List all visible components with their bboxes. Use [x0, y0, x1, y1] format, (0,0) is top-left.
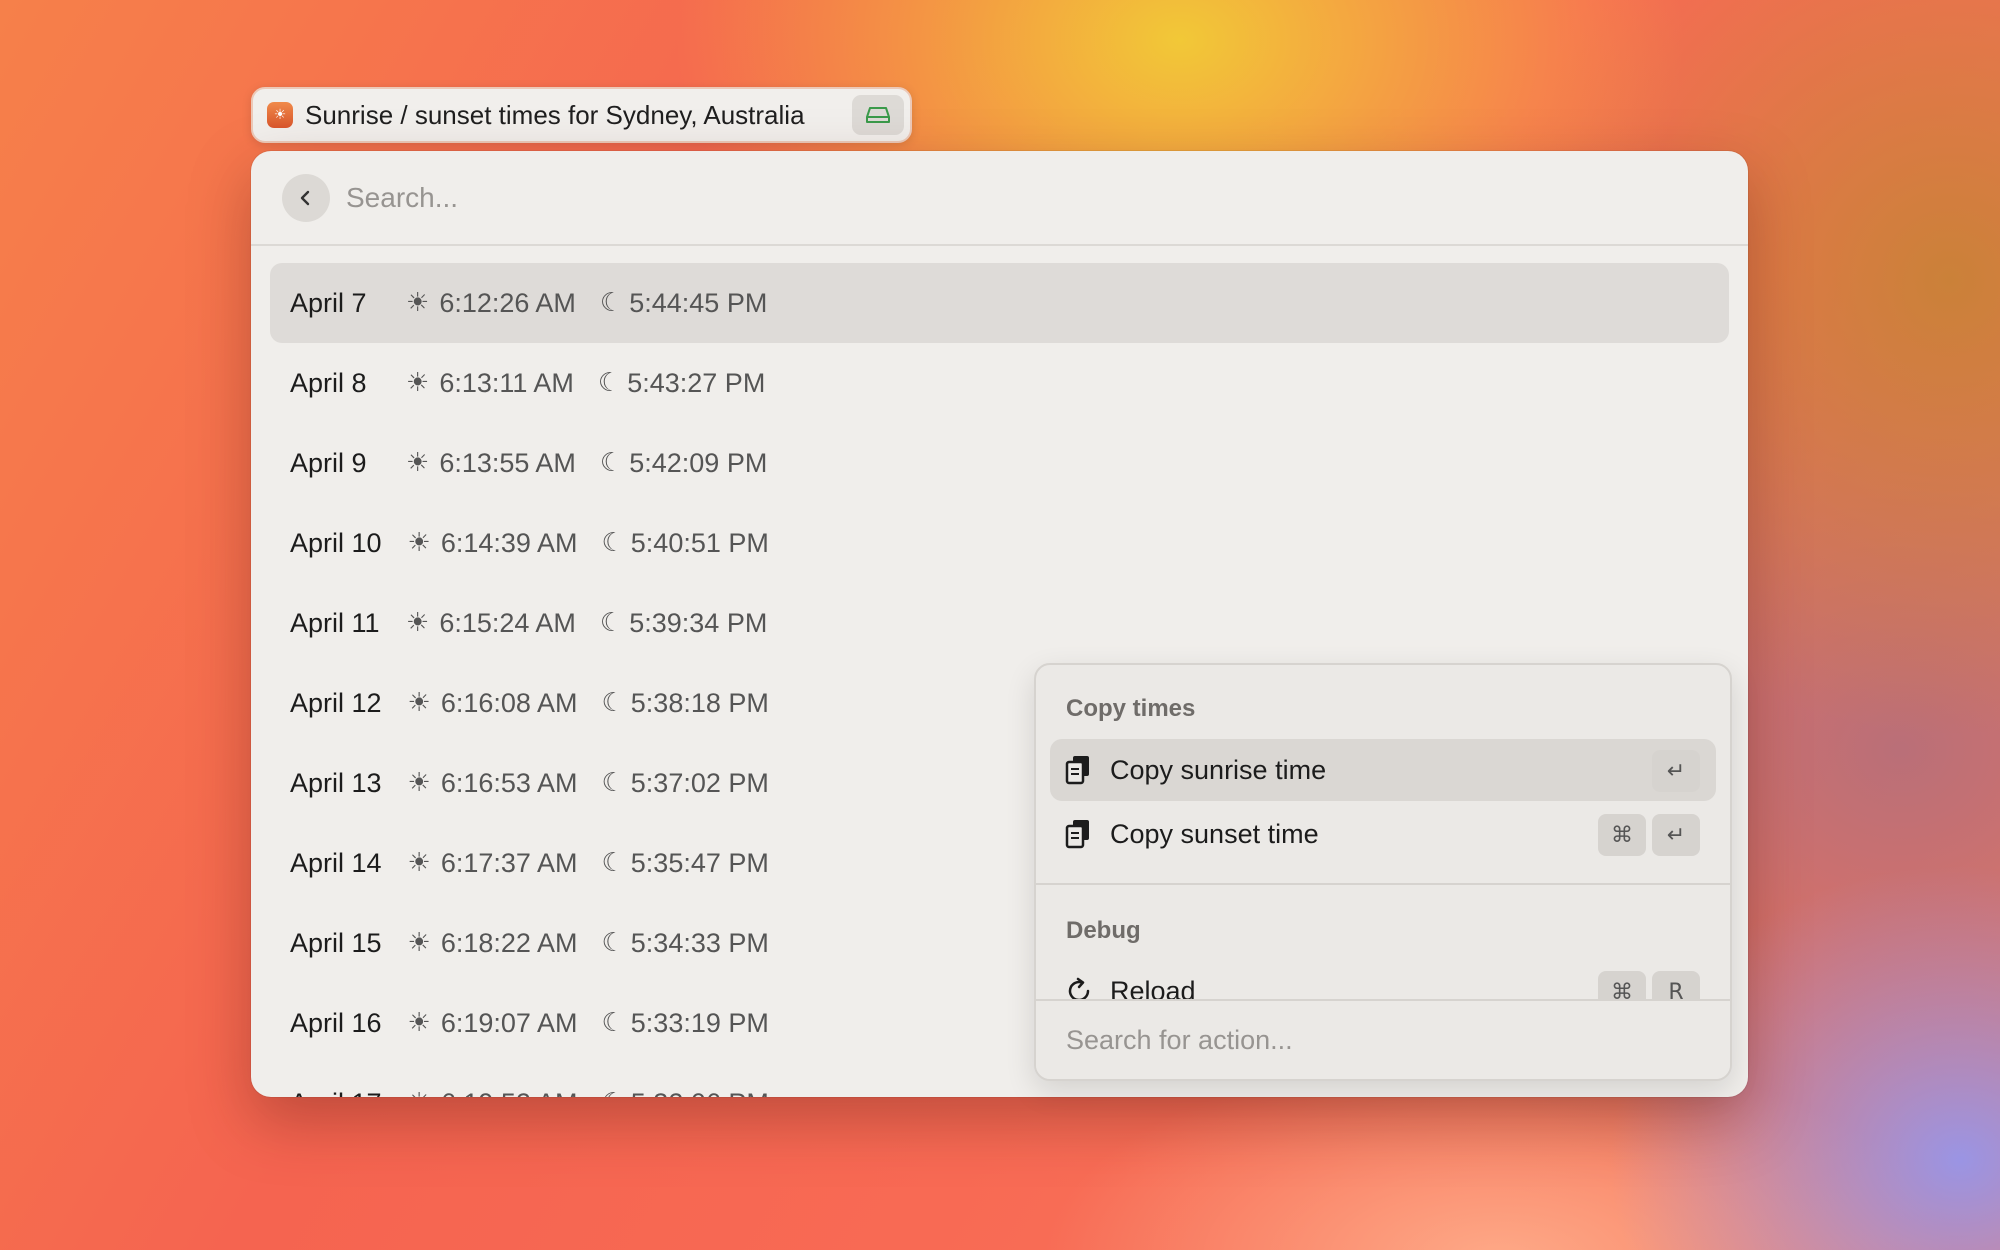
chevron-left-icon [300, 190, 310, 205]
section-divider [1036, 883, 1730, 885]
list-item[interactable]: April 7 ☀ 6:12:26 AM ☾ 5:44:45 PM [270, 263, 1729, 343]
window-title: Sunrise / sunset times for Sydney, Austr… [305, 99, 805, 130]
date-label: April 7 [290, 287, 367, 318]
date-label: April 8 [290, 367, 367, 398]
drive-icon [866, 107, 890, 123]
copy-sunrise-action[interactable]: Copy sunrise time ↵ [1050, 739, 1716, 801]
date-label: April 11 [290, 607, 380, 638]
section-title-copy-times: Copy times [1066, 695, 1196, 722]
drive-button[interactable] [852, 95, 904, 135]
sun-icon: ☀ [407, 848, 431, 878]
moon-icon: ☾ [599, 608, 624, 638]
sunset-time: 5:38:18 PM [630, 687, 769, 718]
moon-icon: ☾ [599, 448, 624, 478]
sunrise-time: 6:17:37 AM [440, 847, 578, 878]
sunrise-icon: ☀ [267, 102, 293, 128]
sunset-time: 5:39:34 PM [629, 607, 768, 638]
sunrise-time: 6:15:24 AM [439, 607, 576, 638]
sunset-time: 5:44:45 PM [629, 287, 768, 318]
sun-icon: ☀ [406, 448, 430, 478]
sun-icon: ☀ [407, 768, 431, 798]
copy-sunset-action[interactable]: Copy sunset time ⌘ ↵ [1050, 803, 1716, 865]
action-label: Copy sunset time [1110, 818, 1319, 849]
clipboard-icon [1065, 756, 1089, 785]
sunrise-time: 6:12:26 AM [439, 287, 576, 318]
moon-icon: ☾ [597, 368, 622, 398]
sunrise-time: 6:19:52 AM [441, 1088, 578, 1098]
sun-icon: ☀ [406, 368, 430, 398]
list-item[interactable]: April 11 ☀ 6:15:24 AM ☾ 5:39:34 PM [270, 583, 1729, 663]
moon-icon: ☾ [601, 928, 625, 958]
date-label: April 9 [290, 447, 367, 478]
date-label: April 10 [290, 527, 382, 558]
return-key: ↵ [1652, 814, 1700, 856]
sunrise-time: 6:16:53 AM [440, 767, 578, 798]
moon-icon: ☾ [601, 688, 625, 718]
back-button[interactable] [282, 173, 330, 222]
clipboard-icon [1065, 820, 1089, 849]
action-panel: Copy times Copy sunrise time ↵ Copy suns… [1034, 663, 1732, 1081]
search-input[interactable] [346, 181, 1346, 214]
sun-icon: ☀ [406, 608, 430, 638]
return-key: ↵ [1652, 750, 1700, 792]
list-item[interactable]: April 9 ☀ 6:13:55 AM ☾ 5:42:09 PM [270, 423, 1729, 503]
action-search-bar [1036, 999, 1730, 1079]
window-titlebar: ☀ Sunrise / sunset times for Sydney, Aus… [251, 87, 912, 143]
sunset-time: 5:33:19 PM [630, 1007, 769, 1038]
shortcut-keys: ⌘ ↵ [1598, 814, 1700, 856]
sun-icon: ☀ [407, 528, 431, 558]
sun-icon: ☀ [408, 1088, 431, 1097]
moon-icon: ☾ [601, 528, 625, 558]
date-label: April 15 [290, 927, 382, 958]
sun-icon: ☀ [406, 288, 430, 318]
date-label: April 17 [290, 1088, 382, 1098]
date-label: April 13 [290, 767, 382, 798]
list-item[interactable]: April 10 ☀ 6:14:39 AM ☾ 5:40:51 PM [270, 503, 1729, 583]
moon-icon: ☾ [601, 1008, 625, 1038]
sunset-time: 5:42:09 PM [629, 447, 768, 478]
action-search-input[interactable] [1066, 1024, 1666, 1056]
moon-icon: ☾ [601, 848, 625, 878]
search-bar [251, 151, 1748, 246]
sunset-time: 5:43:27 PM [627, 367, 766, 398]
sun-icon: ☀ [407, 1008, 431, 1038]
date-label: April 16 [290, 1007, 382, 1038]
sunrise-time: 6:19:07 AM [440, 1007, 578, 1038]
sunset-time: 5:40:51 PM [630, 527, 769, 558]
sun-icon: ☀ [407, 688, 431, 718]
sunset-time: 5:34:33 PM [630, 927, 769, 958]
sunrise-time: 6:14:39 AM [440, 527, 578, 558]
sunset-time: 5:37:02 PM [630, 767, 769, 798]
sun-icon: ☀ [407, 928, 431, 958]
list-item[interactable]: April 8 ☀ 6:13:11 AM ☾ 5:43:27 PM [270, 343, 1729, 423]
moon-icon: ☾ [601, 768, 625, 798]
sunrise-time: 6:13:55 AM [439, 447, 576, 478]
sunset-time: 5:35:47 PM [630, 847, 769, 878]
sunrise-time: 6:13:11 AM [439, 367, 574, 398]
date-label: April 12 [290, 687, 382, 718]
sunrise-time: 6:16:08 AM [440, 687, 578, 718]
moon-icon: ☾ [601, 1088, 624, 1097]
section-title-debug: Debug [1066, 917, 1141, 944]
command-key: ⌘ [1598, 814, 1646, 856]
sunset-time: 5:32:06 PM [631, 1088, 769, 1098]
shortcut-keys: ↵ [1652, 750, 1700, 792]
moon-icon: ☾ [599, 288, 624, 318]
action-label: Copy sunrise time [1110, 754, 1327, 785]
sunrise-time: 6:18:22 AM [440, 927, 578, 958]
date-label: April 14 [290, 847, 382, 878]
